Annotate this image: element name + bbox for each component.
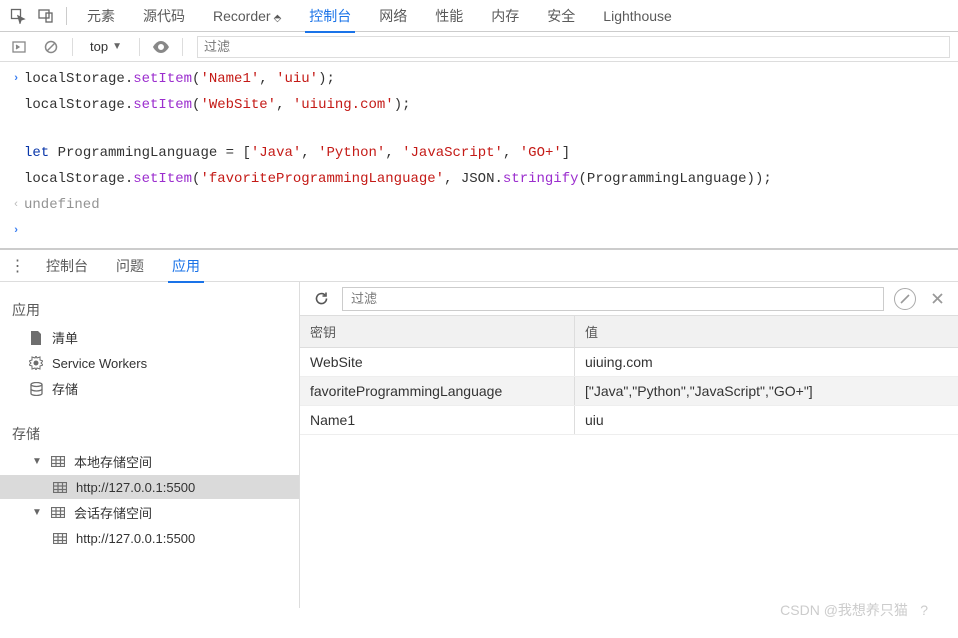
tab-recorder[interactable]: Recorder⬘ [201,2,293,30]
storage-filter-input[interactable] [342,287,884,311]
prompt-input[interactable] [24,220,950,242]
label: 会话存储空间 [74,503,152,522]
database-icon [28,381,44,397]
spacer [8,94,24,116]
console-toolbar: top ▼ [0,32,958,62]
console-return-line: ‹ undefined [0,192,958,218]
column-value[interactable]: 值 [575,316,958,347]
console-output: › localStorage.setItem('Name1', 'uiu'); … [0,62,958,248]
chevron-down-icon: ▼ [32,456,42,467]
table-row[interactable]: favoriteProgrammingLanguage ["Java","Pyt… [300,377,958,406]
tab-performance[interactable]: 性能 [423,0,475,32]
spacer [8,168,24,190]
label: 存储 [52,379,78,398]
code-content: let ProgrammingLanguage = ['Java', 'Pyth… [24,142,950,164]
section-application: 应用 [0,296,299,324]
divider [72,38,73,56]
label: http://127.0.0.1:5500 [76,480,195,495]
storage-table: 密钥 值 WebSite uiuing.com favoriteProgramm… [300,316,958,608]
prompt-marker-icon: › [8,68,24,90]
label: 本地存储空间 [74,452,152,471]
sidebar-item-local-storage-origin[interactable]: http://127.0.0.1:5500 [0,475,299,499]
console-prompt[interactable]: › [0,218,958,244]
tab-recorder-label: Recorder [213,8,271,24]
drawer-tab-issues[interactable]: 问题 [104,250,156,282]
return-marker-icon: ‹ [8,194,24,216]
console-input-line[interactable]: localStorage.setItem('favoriteProgrammin… [0,166,958,192]
sidebar-toggle-icon[interactable] [8,36,30,58]
blank-line [0,118,958,140]
inspect-icon[interactable] [6,4,30,28]
application-panel: 应用 清单 Service Workers 存储 存储 ▼ 本地存储空间 [0,282,958,608]
application-main: 密钥 值 WebSite uiuing.com favoriteProgramm… [300,282,958,608]
chevron-down-icon: ▼ [112,41,122,52]
tab-console[interactable]: 控制台 [297,0,363,32]
cell-key: WebSite [300,348,575,376]
clear-console-icon[interactable] [40,36,62,58]
device-toggle-icon[interactable] [34,4,58,28]
tab-security[interactable]: 安全 [535,0,587,32]
console-input-line[interactable]: let ProgrammingLanguage = ['Java', 'Pyth… [0,140,958,166]
tab-elements[interactable]: 元素 [75,0,127,32]
refresh-icon[interactable] [310,288,332,310]
console-input-line[interactable]: localStorage.setItem('WebSite', 'uiuing.… [0,92,958,118]
table-row[interactable]: WebSite uiuing.com [300,348,958,377]
table-body: WebSite uiuing.com favoriteProgrammingLa… [300,348,958,435]
tab-network[interactable]: 网络 [367,0,419,32]
code-content: localStorage.setItem('WebSite', 'uiuing.… [24,94,950,116]
tab-memory[interactable]: 内存 [479,0,531,32]
cell-key: favoriteProgrammingLanguage [300,377,575,405]
table-icon [50,505,66,521]
table-icon [52,479,68,495]
tab-lighthouse[interactable]: Lighthouse [591,2,684,30]
divider [182,38,183,56]
table-header: 密钥 值 [300,316,958,348]
file-icon [28,330,44,346]
application-sidebar: 应用 清单 Service Workers 存储 存储 ▼ 本地存储空间 [0,282,300,608]
more-tabs-icon[interactable]: ⋮ [6,256,30,276]
tab-sources[interactable]: 源代码 [131,0,197,32]
console-input-line[interactable]: › localStorage.setItem('Name1', 'uiu'); [0,66,958,92]
console-filter-input[interactable] [197,36,950,58]
code-content: localStorage.setItem('Name1', 'uiu'); [24,68,950,90]
sidebar-item-service-workers[interactable]: Service Workers [0,351,299,375]
cell-value: ["Java","Python","JavaScript","GO+"] [575,377,958,405]
return-value: undefined [24,194,950,216]
label: http://127.0.0.1:5500 [76,531,195,546]
column-key[interactable]: 密钥 [300,316,575,347]
recorder-badge-icon: ⬘ [274,13,282,24]
spacer [8,142,24,164]
storage-toolbar [300,282,958,316]
delete-selected-icon[interactable] [926,288,948,310]
sidebar-item-local-storage[interactable]: ▼ 本地存储空间 [0,448,299,475]
drawer-panel: ⋮ 控制台 问题 应用 应用 清单 Service Workers 存储 存储 … [0,248,958,608]
clear-all-icon[interactable] [894,288,916,310]
sidebar-item-storage[interactable]: 存储 [0,375,299,402]
divider [66,7,67,25]
prompt-marker-icon: › [8,220,24,242]
live-expression-icon[interactable] [150,36,172,58]
chevron-down-icon: ▼ [32,507,42,518]
code-content: localStorage.setItem('favoriteProgrammin… [24,168,950,190]
label: 清单 [52,328,78,347]
drawer-tab-console[interactable]: 控制台 [34,250,100,282]
context-label: top [90,39,108,54]
sidebar-item-session-storage-origin[interactable]: http://127.0.0.1:5500 [0,526,299,550]
cell-value: uiu [575,406,958,434]
table-icon [50,454,66,470]
divider [139,38,140,56]
sidebar-item-manifest[interactable]: 清单 [0,324,299,351]
devtools-main-tabs: 元素 源代码 Recorder⬘ 控制台 网络 性能 内存 安全 Lightho… [0,0,958,32]
sidebar-item-session-storage[interactable]: ▼ 会话存储空间 [0,499,299,526]
gear-icon [28,355,44,371]
drawer-tab-application[interactable]: 应用 [160,250,212,282]
cell-key: Name1 [300,406,575,434]
cell-value: uiuing.com [575,348,958,376]
execution-context-select[interactable]: top ▼ [83,36,129,57]
table-row[interactable]: Name1 uiu [300,406,958,435]
label: Service Workers [52,356,147,371]
drawer-tabs: ⋮ 控制台 问题 应用 [0,250,958,282]
section-storage: 存储 [0,420,299,448]
table-icon [52,530,68,546]
